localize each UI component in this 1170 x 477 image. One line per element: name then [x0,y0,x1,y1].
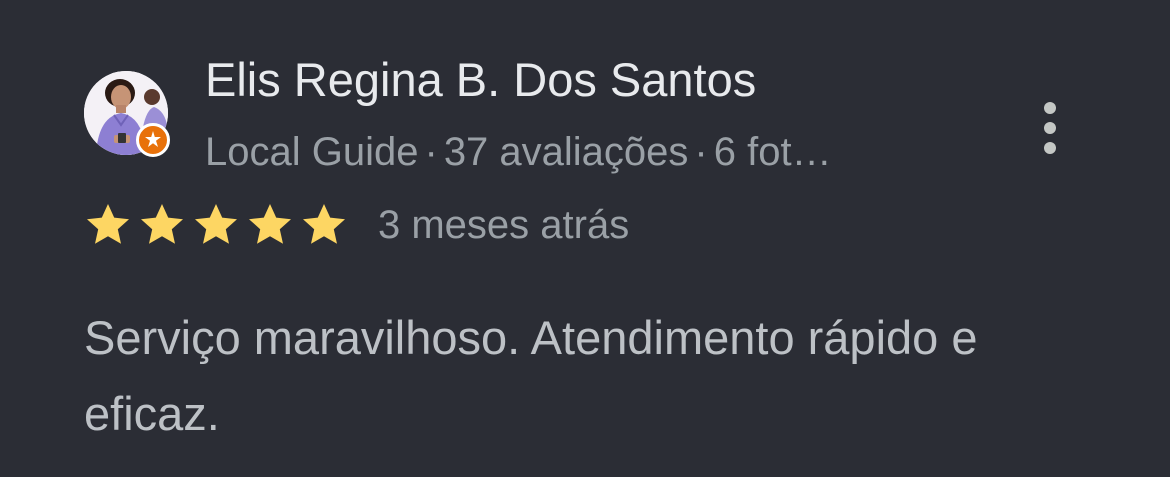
reviewer-name[interactable]: Elis Regina B. Dos Santos [205,52,756,108]
local-guide-label: Local Guide [205,130,419,174]
more-options-button[interactable] [1028,98,1072,158]
local-guide-badge-icon [136,123,170,157]
photos-count: 6 fot… [713,130,832,174]
star-icon [195,204,237,244]
more-vert-icon [1044,102,1056,114]
star-rating [84,201,354,249]
star-icon [141,204,183,244]
star-icon [249,204,291,244]
reviews-count: 37 avaliações [443,130,689,174]
rating-row: 3 meses atrás [84,198,629,252]
meta-separator: · [424,130,438,174]
review-date: 3 meses atrás [378,203,630,247]
review-text: Serviço maravilhoso. Atendimento rápido … [84,311,978,440]
more-vert-icon-dot [1044,122,1056,134]
review-card: Elis Regina B. Dos Santos Local Guide · 37… [0,0,1170,477]
star-icon [87,204,129,244]
reviewer-meta[interactable]: Local Guide · 37 avaliações · 6 fot… [205,128,980,176]
more-vert-icon-dot [1044,142,1056,154]
meta-separator: · [694,130,708,174]
star-icon [303,204,345,244]
reviewer-avatar-container[interactable] [84,71,170,157]
